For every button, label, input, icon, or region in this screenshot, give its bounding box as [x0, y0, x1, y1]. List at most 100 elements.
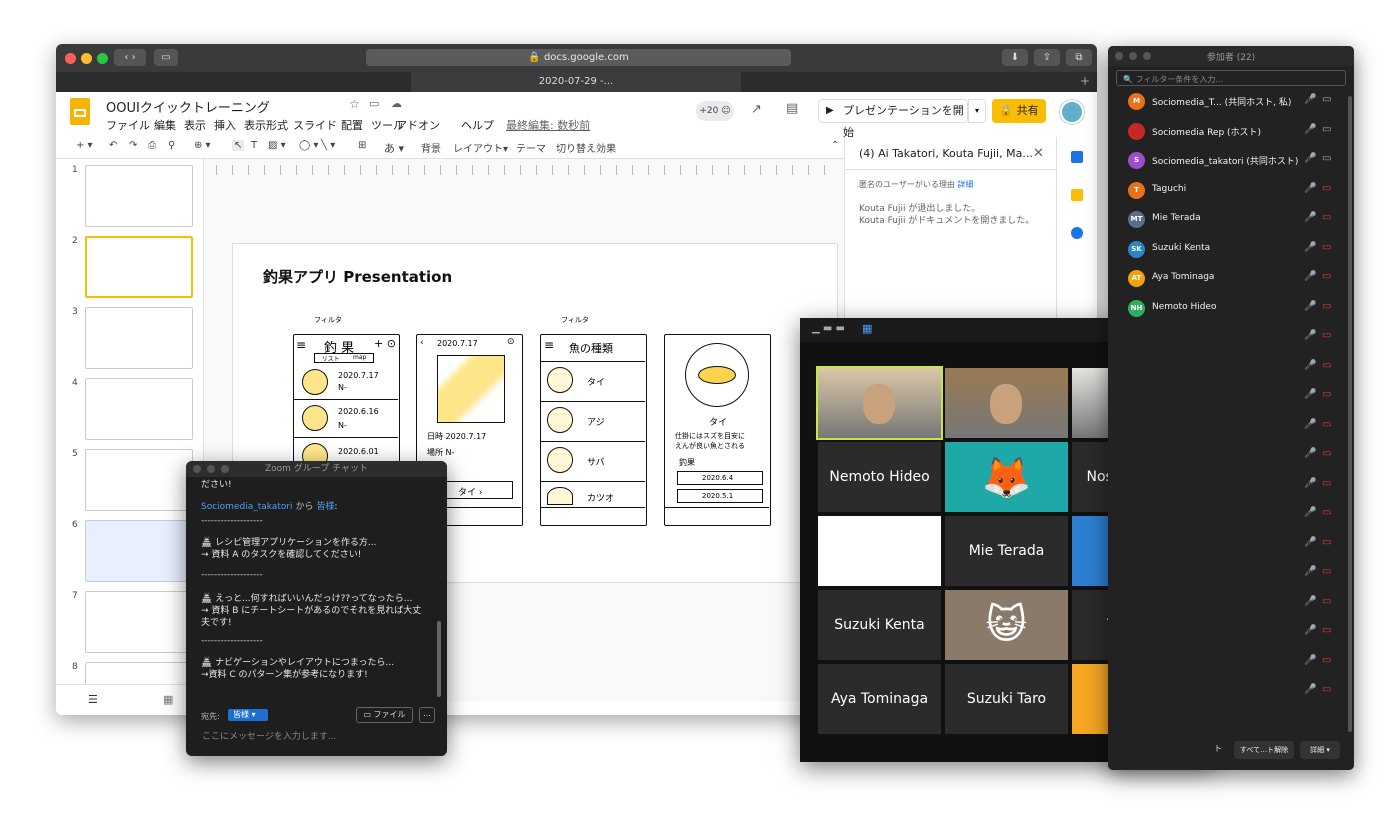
video-icon[interactable]: ▭: [1322, 94, 1331, 105]
menu-item-2[interactable]: 表示: [184, 117, 206, 133]
video-off-icon[interactable]: ▭: [1322, 448, 1331, 459]
slide-thumbnail[interactable]: [85, 449, 193, 511]
chat-sender[interactable]: Sociomedia_takatori: [201, 502, 293, 512]
activity-icon[interactable]: ↗: [751, 102, 762, 117]
transition-button[interactable]: 切り替え効果: [556, 140, 616, 155]
minimize-window-button[interactable]: [207, 465, 215, 473]
maximize-window-button[interactable]: [221, 465, 229, 473]
shape-icon[interactable]: ◯ ▾: [299, 140, 318, 151]
view-toggle-icons[interactable]: ▁ ▬ ▬: [812, 323, 845, 334]
mic-icon[interactable]: 🎤: [1304, 153, 1316, 164]
background-button[interactable]: 背景: [421, 140, 441, 155]
mic-muted-icon[interactable]: 🎤: [1304, 271, 1316, 282]
participant-row[interactable]: Sociomedia Rep (ホスト) 🎤 ▭: [1108, 117, 1348, 146]
mic-muted-icon[interactable]: 🎤: [1304, 212, 1316, 223]
video-off-icon[interactable]: ▭: [1322, 212, 1331, 223]
video-off-icon[interactable]: ▭: [1322, 301, 1331, 312]
comments-icon[interactable]: ▤: [786, 101, 798, 116]
more-details-button[interactable]: 詳細 ▾: [1300, 741, 1340, 759]
video-off-icon[interactable]: ▭: [1322, 537, 1331, 548]
video-off-icon[interactable]: ▭: [1322, 596, 1331, 607]
calendar-icon[interactable]: [1071, 151, 1083, 163]
maximize-window-button[interactable]: [97, 53, 108, 64]
chat-more-button[interactable]: ...: [419, 707, 435, 723]
mic-muted-icon[interactable]: 🎤: [1304, 596, 1316, 607]
menu-item-1[interactable]: 編集: [154, 117, 176, 133]
participant-row[interactable]: NH Nemoto Hideo 🎤 ▭: [1108, 294, 1348, 323]
sketch-card-fish-detail[interactable]: タイ 仕掛にはスズを目安に えんが良い魚とされる 釣果 2020.6.4 202…: [664, 334, 771, 526]
minimize-window-button[interactable]: [81, 53, 92, 64]
new-slide-icon[interactable]: + ▾: [76, 140, 93, 151]
participant-name-tile[interactable]: Nemoto Hideo: [818, 442, 941, 512]
present-button[interactable]: ▶ プレゼンテーションを開始: [818, 99, 968, 139]
paint-format-icon[interactable]: ⚲: [168, 140, 175, 151]
video-off-icon[interactable]: ▭: [1322, 242, 1331, 253]
slide-title[interactable]: 釣果アプリ Presentation: [263, 266, 452, 287]
video-off-icon[interactable]: ▭: [1322, 330, 1331, 341]
chat-file-button[interactable]: ▭ ファイル: [356, 707, 413, 723]
participant-row[interactable]: 🎤 ▭: [1108, 441, 1348, 470]
mic-muted-icon[interactable]: 🎤: [1304, 389, 1316, 400]
participant-name-tile[interactable]: Aya Tominaga: [818, 664, 941, 734]
chat-recipient[interactable]: 皆様: [316, 502, 334, 512]
participant-row[interactable]: 🎤 ▭: [1108, 589, 1348, 618]
line-icon[interactable]: ╲ ▾: [321, 140, 335, 151]
mic-muted-icon[interactable]: 🎤: [1304, 507, 1316, 518]
participants-filter-input[interactable]: 🔍 フィルター条件を入力...: [1116, 70, 1346, 86]
mic-muted-icon[interactable]: 🎤: [1304, 655, 1316, 666]
textbox-icon[interactable]: T: [251, 140, 257, 151]
layout-button[interactable]: レイアウト▾: [453, 140, 508, 155]
mic-muted-icon[interactable]: 🎤: [1304, 478, 1316, 489]
participant-row[interactable]: 🎤 ▭: [1108, 677, 1348, 706]
detail-link[interactable]: 詳細: [957, 180, 973, 189]
sidebar-toggle-icon[interactable]: ▭: [154, 49, 178, 66]
mic-muted-icon[interactable]: 🎤: [1304, 625, 1316, 636]
participant-row[interactable]: 🎤 ▭: [1108, 353, 1348, 382]
video-off-icon[interactable]: ▭: [1322, 183, 1331, 194]
tasks-icon[interactable]: [1071, 227, 1083, 239]
image-icon[interactable]: ▨ ▾: [268, 140, 286, 151]
video-icon[interactable]: ▭: [1322, 124, 1331, 135]
participant-row[interactable]: S Sociomedia_takatori (共同ホスト) 🎤 ▭: [1108, 146, 1348, 175]
menu-item-4[interactable]: 表示形式: [244, 117, 288, 133]
slide-thumbnail[interactable]: [85, 520, 193, 582]
redo-icon[interactable]: ↷: [129, 140, 137, 151]
share-icon[interactable]: ⇪: [1034, 49, 1060, 66]
menu-item-9[interactable]: ヘルプ: [461, 117, 494, 133]
present-options-chevron-icon[interactable]: ▾: [968, 99, 986, 123]
video-icon[interactable]: ▭: [1322, 153, 1331, 164]
mic-muted-icon[interactable]: 🎤: [1304, 301, 1316, 312]
video-off-icon[interactable]: ▭: [1322, 478, 1331, 489]
participant-name-tile[interactable]: Suzuki Kenta: [818, 590, 941, 660]
slide-thumbnail[interactable]: [85, 165, 193, 227]
participant-row[interactable]: SK Suzuki Kenta 🎤 ▭: [1108, 235, 1348, 264]
download-icon[interactable]: ⬇: [1002, 49, 1028, 66]
participant-row[interactable]: 🎤 ▭: [1108, 323, 1348, 352]
participant-row[interactable]: AT Aya Tominaga 🎤 ▭: [1108, 264, 1348, 293]
menu-item-3[interactable]: 挿入: [214, 117, 236, 133]
mic-muted-icon[interactable]: 🎤: [1304, 242, 1316, 253]
slide-thumbnail[interactable]: [85, 378, 193, 440]
mic-muted-icon[interactable]: 🎤: [1304, 183, 1316, 194]
document-title[interactable]: OOUIクイックトレーニング: [106, 97, 270, 116]
video-off-icon[interactable]: ▭: [1322, 389, 1331, 400]
theme-button[interactable]: テーマ: [516, 140, 546, 155]
slides-logo-icon[interactable]: [70, 98, 90, 125]
star-icon[interactable]: ☆: [349, 97, 360, 111]
video-off-icon[interactable]: ▭: [1322, 655, 1331, 666]
participant-row[interactable]: M Sociomedia_T... (共同ホスト, 私) 🎤 ▭: [1108, 87, 1348, 116]
filmstrip-view-icon[interactable]: ☰: [88, 693, 98, 706]
chat-recipient-select[interactable]: 皆様 ▾: [228, 709, 268, 721]
video-off-icon[interactable]: ▭: [1322, 684, 1331, 695]
participant-name-tile[interactable]: Suzuki Taro: [945, 664, 1068, 734]
mic-icon[interactable]: 🎤: [1304, 94, 1316, 105]
collapse-toolbar-icon[interactable]: ⌃: [831, 140, 839, 151]
new-tab-icon[interactable]: +: [1080, 74, 1090, 88]
input-tools-icon[interactable]: あ ▾: [384, 140, 404, 156]
video-off-icon[interactable]: ▭: [1322, 419, 1331, 430]
menu-item-0[interactable]: ファイル: [106, 117, 150, 133]
mic-muted-icon[interactable]: 🎤: [1304, 419, 1316, 430]
zoom-icon[interactable]: ⊕ ▾: [194, 140, 211, 151]
address-bar[interactable]: 🔒 docs.google.com: [366, 49, 791, 66]
fox-avatar-icon[interactable]: 🦊: [945, 442, 1068, 512]
